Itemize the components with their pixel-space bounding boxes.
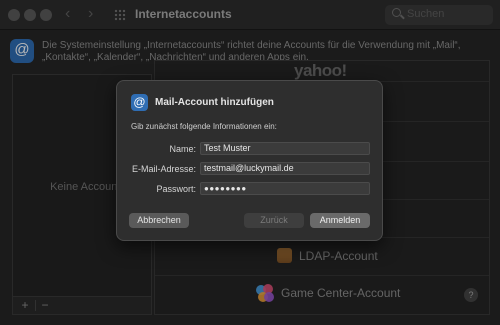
at-sign-icon: @ (131, 94, 148, 111)
name-field[interactable]: Test Muster (200, 142, 370, 155)
dialog-subtitle: Gib zunächst folgende Informationen ein: (131, 122, 277, 131)
back-button[interactable]: Zurück (244, 213, 304, 228)
add-mail-account-dialog: @ Mail-Account hinzufügen Gib zunächst f… (116, 80, 383, 241)
sign-in-button[interactable]: Anmelden (310, 213, 370, 228)
dialog-title: Mail-Account hinzufügen (155, 97, 274, 108)
name-label: Name: (169, 144, 196, 154)
email-label: E-Mail-Adresse: (131, 164, 196, 174)
internet-accounts-window: ‹ › Internetaccounts Suchen @ Die System… (0, 0, 500, 325)
email-field[interactable]: testmail@luckymail.de (200, 162, 370, 175)
password-label: Passwort: (156, 184, 196, 194)
cancel-button[interactable]: Abbrechen (129, 213, 189, 228)
password-field[interactable]: ●●●●●●●● (200, 182, 370, 195)
